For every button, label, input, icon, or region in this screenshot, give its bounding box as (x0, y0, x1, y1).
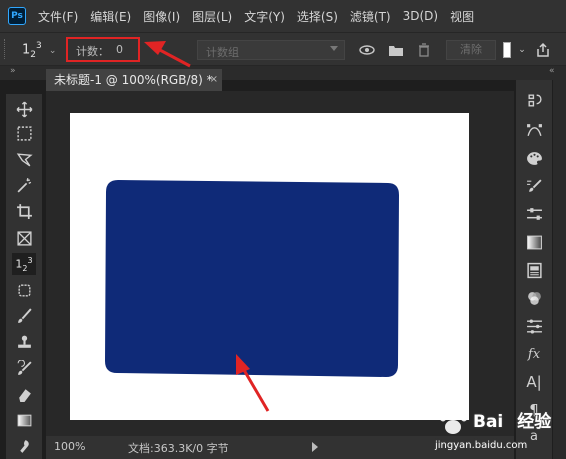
menu-type[interactable]: 文字(Y) (244, 8, 285, 25)
brush-tool-icon[interactable] (12, 305, 36, 327)
count-readout-highlight: 计数： 0 (66, 37, 140, 62)
baidu-paw-logo (439, 407, 468, 434)
document-workspace[interactable] (46, 91, 514, 436)
magic-wand-tool-icon[interactable] (12, 174, 36, 196)
properties-icon[interactable] (524, 316, 544, 336)
expand-panels-icon[interactable]: « (549, 66, 555, 76)
menu-bar: Ps 文件(F) 编辑(E) 图像(I) 图层(L) 文字(Y) 选择(S) 滤… (0, 0, 566, 32)
adjustments-icon[interactable] (524, 204, 544, 224)
count-value: 0 (116, 43, 123, 56)
count-group-select[interactable]: 计数组 (197, 40, 345, 60)
spot-healing-tool-icon[interactable] (12, 279, 36, 301)
gradients-icon[interactable] (524, 232, 544, 252)
watermark-brand: Bai 经验 (473, 412, 552, 432)
chevron-down-icon: ⌄ (48, 46, 57, 57)
smudge-tool-icon[interactable] (12, 435, 36, 457)
tool-preset-picker[interactable]: 123 ⌄ (22, 41, 56, 60)
character-icon[interactable]: A| (524, 372, 544, 392)
channels-icon[interactable] (524, 288, 544, 308)
gradient-tool-icon[interactable] (12, 409, 36, 431)
paths-icon[interactable] (524, 120, 544, 140)
history-icon[interactable] (524, 90, 544, 110)
eye-icon[interactable] (359, 42, 375, 58)
menu-layer[interactable]: 图层(L) (192, 8, 232, 25)
count-tool-glyph-sub: 2 (30, 49, 37, 60)
menu-file[interactable]: 文件(F) (38, 8, 78, 25)
stamp-tool-icon[interactable] (12, 331, 36, 353)
trash-icon[interactable] (416, 42, 432, 58)
count-tool-glyph-sup: 3 (36, 41, 42, 51)
canvas[interactable] (70, 113, 469, 420)
libraries-icon[interactable] (524, 260, 544, 280)
close-icon[interactable]: × (210, 69, 218, 91)
clear-button[interactable]: 清除 (446, 40, 496, 60)
color-icon[interactable] (524, 148, 544, 168)
chevron-down-icon[interactable]: ⌄ (514, 42, 530, 58)
panel-dock: fx A| ¶ a (516, 80, 552, 459)
chevron-down-icon (330, 46, 338, 51)
brushes-icon[interactable] (524, 176, 544, 196)
options-bar: 123 ⌄ 计数： 0 计数组 清除 ⌄ (0, 32, 566, 66)
options-bar-grip[interactable] (4, 39, 7, 59)
document-info[interactable]: 文档:363.3K/0 字节 (128, 440, 229, 456)
status-menu-arrow-icon[interactable] (312, 442, 318, 452)
styles-icon[interactable]: fx (524, 344, 544, 364)
panel-dock-edge (553, 80, 566, 459)
canvas-artwork (105, 180, 399, 377)
document-tab[interactable]: 未标题-1 @ 100%(RGB/8) * × (46, 69, 222, 91)
crop-tool-icon[interactable] (12, 200, 36, 222)
move-tool-icon[interactable] (12, 98, 36, 120)
menu-view[interactable]: 视图 (450, 8, 474, 25)
menu-select[interactable]: 选择(S) (297, 8, 338, 25)
history-brush-tool-icon[interactable] (12, 357, 36, 379)
expand-toolbar-icon[interactable]: » (10, 66, 16, 76)
photoshop-logo[interactable]: Ps (8, 7, 26, 25)
marquee-tool-icon[interactable] (12, 122, 36, 144)
count-tool-icon[interactable]: 123 (12, 253, 36, 275)
document-tab-title: 未标题-1 @ 100%(RGB/8) * (54, 73, 213, 87)
menu-image[interactable]: 图像(I) (143, 8, 180, 25)
share-icon[interactable] (535, 42, 551, 58)
folder-icon[interactable] (388, 42, 404, 58)
tools-panel: 123 (6, 94, 42, 459)
lasso-tool-icon[interactable] (12, 148, 36, 170)
frame-tool-icon[interactable] (12, 227, 36, 249)
blue-rounded-rectangle-shape[interactable] (105, 180, 399, 377)
count-label: 计数： (76, 45, 109, 58)
eraser-tool-icon[interactable] (12, 383, 36, 405)
menu-edit[interactable]: 编辑(E) (90, 8, 131, 25)
menu-3d[interactable]: 3D(D) (403, 9, 438, 23)
count-group-placeholder: 计数组 (206, 46, 239, 59)
baidu-jingyan-watermark: Bai 经验 jingyan.baidu.com (433, 405, 563, 459)
count-color-swatch[interactable] (503, 42, 511, 58)
watermark-url: jingyan.baidu.com (435, 440, 528, 451)
zoom-level-field[interactable]: 100% (54, 440, 85, 453)
menu-filter[interactable]: 滤镜(T) (350, 8, 391, 25)
